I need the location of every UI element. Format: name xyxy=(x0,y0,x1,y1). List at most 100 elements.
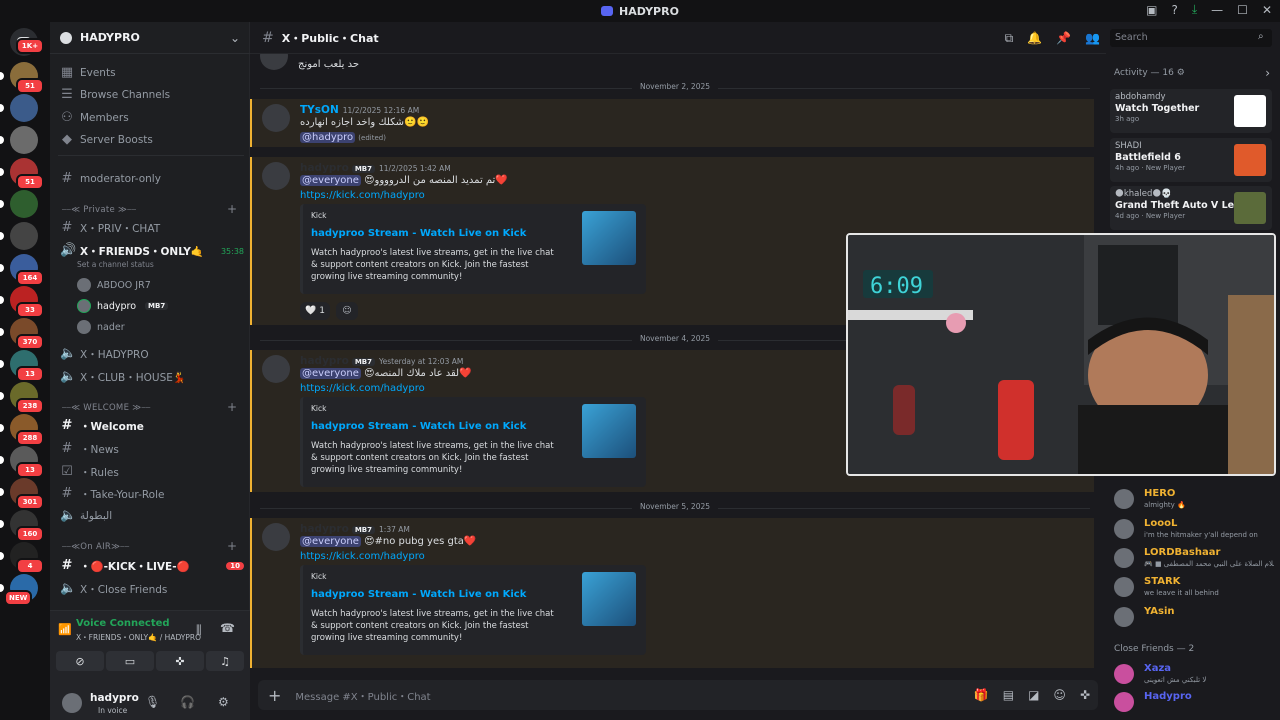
microphone-icon[interactable]: 🎙 xyxy=(145,695,160,709)
server-icon[interactable] xyxy=(10,222,38,250)
soundboard-button[interactable]: ♫ xyxy=(206,651,244,671)
maximize-button[interactable]: ☐ xyxy=(1237,3,1248,17)
guild-tag: MB7 xyxy=(145,302,169,310)
channel-priv-chat[interactable]: # X・PRIV・CHAT xyxy=(58,218,244,238)
activity-header[interactable]: Activity — 16 ⚙ xyxy=(1114,68,1185,78)
channel-rules[interactable]: ☑ ・Rules xyxy=(58,462,244,482)
channel-hadypro[interactable]: 🔈 X・HADYPRO xyxy=(58,344,244,364)
member-row[interactable]: Hadypro xyxy=(1114,690,1274,716)
member-row[interactable]: Xaza لا تلبكني مش اتعوينى xyxy=(1114,662,1274,688)
member-row[interactable]: LORDBashaar 🎮 ■ يا سلام الصلاة على النبي … xyxy=(1114,546,1274,572)
message-link[interactable]: https://kick.com/hadypro xyxy=(300,383,425,394)
avatar[interactable] xyxy=(262,355,290,383)
server-header[interactable]: HADYPRO ⌄ xyxy=(50,22,250,54)
voice-channel[interactable]: X・FRIENDS・ONLY🤙 / HADYPRO xyxy=(76,632,201,643)
headphones-icon[interactable]: 🎧 xyxy=(180,695,195,709)
activities-button[interactable]: ✜ xyxy=(156,651,204,671)
bell-icon[interactable]: 🔔 xyxy=(1027,31,1042,46)
embed-title[interactable]: hadyproo Stream - Watch Live on Kick xyxy=(311,228,526,239)
mention[interactable]: @everyone xyxy=(300,175,361,186)
sidebar-item-members[interactable]: ⚇ Members xyxy=(58,108,244,128)
category-welcome[interactable]: ⎯⎯≪ WELCOME ≫⎯⎯ xyxy=(62,403,151,413)
download-icon[interactable]: ⤓ xyxy=(1192,2,1197,17)
member-row[interactable]: LoooL i'm the hitmaker y'all depend on xyxy=(1114,517,1274,543)
gift-icon[interactable]: 🎁 xyxy=(974,688,989,702)
channel-welcome[interactable]: # ・Welcome xyxy=(58,416,244,436)
apps-icon[interactable]: ✜ xyxy=(1080,688,1090,702)
embed-thumbnail[interactable] xyxy=(582,404,636,458)
avatar[interactable] xyxy=(260,54,288,70)
close-button[interactable]: ✕ xyxy=(1262,3,1272,17)
channel-moderator-only[interactable]: # moderator-only xyxy=(58,169,244,189)
add-channel-icon[interactable]: + xyxy=(227,202,237,216)
gif-icon[interactable]: ▤ xyxy=(1003,688,1014,702)
sticker-icon[interactable]: ◪ xyxy=(1028,688,1039,702)
channel-batola[interactable]: 🔈 البطولة xyxy=(58,506,244,526)
message-link[interactable]: https://kick.com/hadypro xyxy=(300,190,425,201)
server-icon[interactable] xyxy=(10,126,38,154)
search-icon[interactable]: ⌕ xyxy=(1258,31,1264,42)
reaction[interactable]: 🤍 1 xyxy=(300,302,330,320)
sidebar-item-browse-channels[interactable]: ☰ Browse Channels xyxy=(58,85,244,105)
sidebar-item-events[interactable]: ▦ Events xyxy=(58,63,244,83)
avatar[interactable] xyxy=(262,523,290,551)
channel-kick-live[interactable]: # ・🔴-KICK・LIVE-🔴 10 xyxy=(58,556,244,576)
add-channel-icon[interactable]: + xyxy=(227,400,237,414)
member-row[interactable]: YAsin xyxy=(1114,605,1274,631)
channel-friends-only[interactable]: 🔊 X・FRIENDS・ONLY🤙 35:38 xyxy=(58,241,244,261)
author-name[interactable]: hadypro MB7 1:37 AM xyxy=(300,523,410,535)
voice-user[interactable]: hadypro MB7 xyxy=(77,299,169,313)
minimize-button[interactable]: — xyxy=(1211,3,1223,17)
author-name[interactable]: hadypro MB7 11/2/2025 1:42 AM xyxy=(300,162,451,174)
mention[interactable]: @everyone xyxy=(300,368,361,379)
message-link[interactable]: https://kick.com/hadypro xyxy=(300,551,425,562)
add-reaction-icon[interactable]: ☺ xyxy=(336,302,358,320)
threads-icon[interactable]: ⧉ xyxy=(1005,31,1014,46)
embed-title[interactable]: hadyproo Stream - Watch Live on Kick xyxy=(311,421,526,432)
voice-user[interactable]: ABDOO JR7 xyxy=(77,278,151,292)
emoji-icon[interactable]: ☺ xyxy=(1053,688,1066,702)
mention[interactable]: @everyone xyxy=(300,536,361,547)
category-on-air[interactable]: ⎯⎯≪On AIR≫⎯⎯ xyxy=(62,542,129,552)
voice-user[interactable]: nader xyxy=(77,320,125,334)
activity-card[interactable]: abdohamdy Watch Together 3h ago xyxy=(1110,89,1272,133)
member-row[interactable]: HERO almighty 🔥 xyxy=(1114,487,1274,513)
settings-icon[interactable]: ⚙ xyxy=(218,695,229,709)
author-name[interactable]: TYsON 11/2/2025 12:16 AM xyxy=(300,104,419,116)
activity-card[interactable]: 🌑khaled🌑💀 Grand Theft Auto V Legacy 4d ago… xyxy=(1110,186,1272,230)
embed-thumbnail[interactable] xyxy=(582,211,636,265)
embed-thumbnail[interactable] xyxy=(582,572,636,626)
sidebar-item-server-boosts[interactable]: ◆ Server Boosts xyxy=(58,130,244,150)
member-row[interactable]: STARK we leave it all behind xyxy=(1114,575,1274,601)
help-icon[interactable]: ? xyxy=(1171,3,1177,17)
channel-take-your-role[interactable]: # ・Take-Your-Role xyxy=(58,484,244,504)
camera-button[interactable]: ⊘ xyxy=(56,651,104,671)
message-input[interactable]: Message #X・Public・Chat xyxy=(295,688,430,703)
avatar[interactable] xyxy=(62,693,82,713)
member-list-icon[interactable]: 👥 xyxy=(1085,31,1100,46)
search-input[interactable]: Search xyxy=(1110,29,1272,47)
avatar[interactable] xyxy=(262,104,290,132)
chevron-right-icon[interactable]: › xyxy=(1265,66,1270,80)
server-icon[interactable] xyxy=(10,190,38,218)
noise-icon[interactable]: ⫼ xyxy=(196,623,202,638)
message-composer[interactable]: + Message #X・Public・Chat 🎁 ▤ ◪ ☺ ✜ xyxy=(258,680,1098,710)
disconnect-icon[interactable]: ☎ xyxy=(220,621,235,635)
channel-club-house[interactable]: 🔈 X・CLUB・HOUSE💃 xyxy=(58,367,244,387)
inbox-icon[interactable]: ▣ xyxy=(1146,3,1157,17)
channel-status[interactable]: Set a channel status xyxy=(77,260,154,269)
mention[interactable]: @hadypro xyxy=(300,132,356,143)
category-private[interactable]: ⎯⎯≪ Private ≫⎯⎯ xyxy=(62,205,136,215)
pin-icon[interactable]: 📌 xyxy=(1056,31,1071,46)
add-channel-icon[interactable]: + xyxy=(227,539,237,553)
screenshare-button[interactable]: ▭ xyxy=(106,651,154,671)
embed-title[interactable]: hadyproo Stream - Watch Live on Kick xyxy=(311,589,526,600)
channel-news[interactable]: # ・News xyxy=(58,439,244,459)
channel-close-friends[interactable]: 🔈 X・Close Friends xyxy=(58,579,244,599)
user-name[interactable]: hadypro xyxy=(90,692,139,704)
activity-card[interactable]: SHADI Battlefield 6 4h ago · New Player xyxy=(1110,138,1272,182)
add-attachment-icon[interactable]: + xyxy=(268,686,281,705)
server-icon[interactable] xyxy=(10,94,38,122)
avatar[interactable] xyxy=(262,162,290,190)
author-name[interactable]: hadypro MB7 Yesterday at 12:03 AM xyxy=(300,355,463,367)
